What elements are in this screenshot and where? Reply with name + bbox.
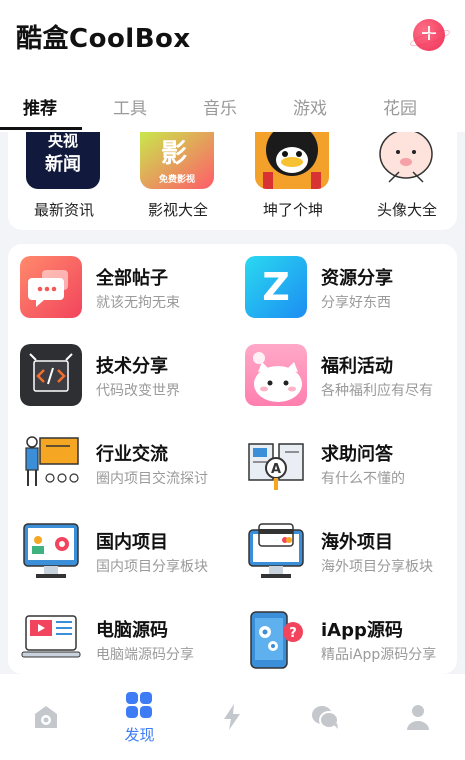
entry-subtitle: 海外项目分享板块 [321,559,433,575]
news-app-icon: 央视 新闻 [26,132,100,189]
entry-title: iApp源码 [321,620,403,641]
entry-iapp-source[interactable]: ? iApp源码 精品iApp源码分享 [245,608,457,674]
category-tabs: 推荐 工具 音乐 游戏 花园 [0,84,465,132]
entry-subtitle: 就该无拘无束 [96,295,180,311]
monitor-card-icon [245,520,307,582]
entry-title: 全部帖子 [96,268,168,289]
entry-title: 技术分享 [96,356,168,377]
tab-garden[interactable]: 花园 [370,94,430,119]
entry-overseas-projects[interactable]: 海外项目 海外项目分享板块 [245,520,457,586]
tab-tools[interactable]: 工具 [100,94,160,119]
entry-domestic-projects[interactable]: 国内项目 国内项目分享板块 [20,520,240,586]
quick-access-card: 央视 新闻 最新资讯 影 免费影视 影视大全 坤了个坤 头像大全 [8,132,457,230]
z-letter-icon: Z [245,256,307,318]
entry-title: 资源分享 [321,268,393,289]
top-bar: 酷盒CoolBox + [0,0,465,84]
svg-text:Z: Z [262,265,290,309]
entry-tech-share[interactable]: 技术分享 代码改变世界 [20,344,240,410]
avatars-app-icon [369,132,443,189]
nav-flash[interactable] [186,674,279,760]
entry-resource-share[interactable]: Z 资源分享 分享好东西 [245,256,457,322]
quick-item-label: 头像大全 [376,201,437,219]
entry-industry-exchange[interactable]: 行业交流 圈内项目交流探讨 [20,432,240,498]
tab-recommend[interactable]: 推荐 [10,94,70,119]
svg-text:A: A [271,462,281,477]
forum-section-card: 全部帖子 就该无拘无束 Z 资源分享 分享好东西 技术分享 代码改变世界 福利活… [8,244,457,674]
nav-profile[interactable] [372,674,465,760]
entry-title: 福利活动 [321,356,393,377]
tab-music[interactable]: 音乐 [190,94,250,119]
tab-games[interactable]: 游戏 [280,94,340,119]
laptop-video-icon [20,608,82,670]
svg-text:影: 影 [161,139,187,169]
active-tab-indicator [0,127,82,130]
svg-text:免费影视: 免费影视 [159,173,195,185]
nav-messages[interactable] [279,674,372,760]
entry-help-qa[interactable]: A 求助问答 有什么不懂的 [245,432,457,498]
add-button[interactable]: + [413,19,445,51]
entry-subtitle: 国内项目分享板块 [96,559,208,575]
nav-discover-label: 发现 [124,726,155,744]
entry-all-posts[interactable]: 全部帖子 就该无拘无束 [20,256,240,322]
entry-title: 求助问答 [321,444,393,465]
presentation-icon [20,432,82,494]
entry-subtitle: 代码改变世界 [96,383,180,399]
quick-item-label: 最新资讯 [33,201,94,219]
lightning-icon [224,704,240,730]
phone-gears-icon: ? [245,608,307,670]
entry-subtitle: 圈内项目交流探讨 [96,471,208,487]
svg-text:央视: 央视 [48,132,78,150]
app-title: 酷盒CoolBox [16,24,191,54]
plus-icon: + [419,21,439,46]
entry-subtitle: 电脑端源码分享 [96,647,194,663]
entry-title: 电脑源码 [96,620,168,641]
cat-face-icon [245,344,307,406]
quick-item-movies[interactable]: 影 免费影视 影视大全 [128,132,224,230]
quick-item-kun[interactable]: 坤了个坤 [243,132,339,230]
chat-icon [312,706,339,729]
monitor-gear-icon [20,520,82,582]
entry-title: 国内项目 [96,532,168,553]
home-icon [35,706,57,728]
user-icon [407,705,429,730]
chat-bubble-icon [20,256,82,318]
discover-icon [126,692,152,718]
entry-title: 行业交流 [96,444,168,465]
quick-item-label: 坤了个坤 [262,201,323,219]
bottom-nav: 发现 [0,674,465,760]
kun-app-icon [255,132,329,189]
entry-welfare[interactable]: 福利活动 各种福利应有尽有 [245,344,457,410]
svg-text:?: ? [289,626,297,641]
entry-title: 海外项目 [321,532,393,553]
quick-item-news[interactable]: 央视 新闻 最新资讯 [14,132,110,230]
entry-subtitle: 分享好东西 [321,295,391,311]
entry-subtitle: 各种福利应有尽有 [321,383,433,399]
nav-discover[interactable]: 发现 [93,674,186,760]
entry-pc-source[interactable]: 电脑源码 电脑端源码分享 [20,608,240,674]
entry-subtitle: 有什么不懂的 [321,471,405,487]
quick-item-label: 影视大全 [147,201,208,219]
nav-home[interactable] [0,674,93,760]
quick-item-avatars[interactable]: 头像大全 [357,132,453,230]
book-search-icon: A [245,432,307,494]
entry-subtitle: 精品iApp源码分享 [321,647,437,663]
code-monitor-icon [20,344,82,406]
movies-app-icon: 影 免费影视 [140,132,214,189]
svg-text:新闻: 新闻 [45,153,81,175]
